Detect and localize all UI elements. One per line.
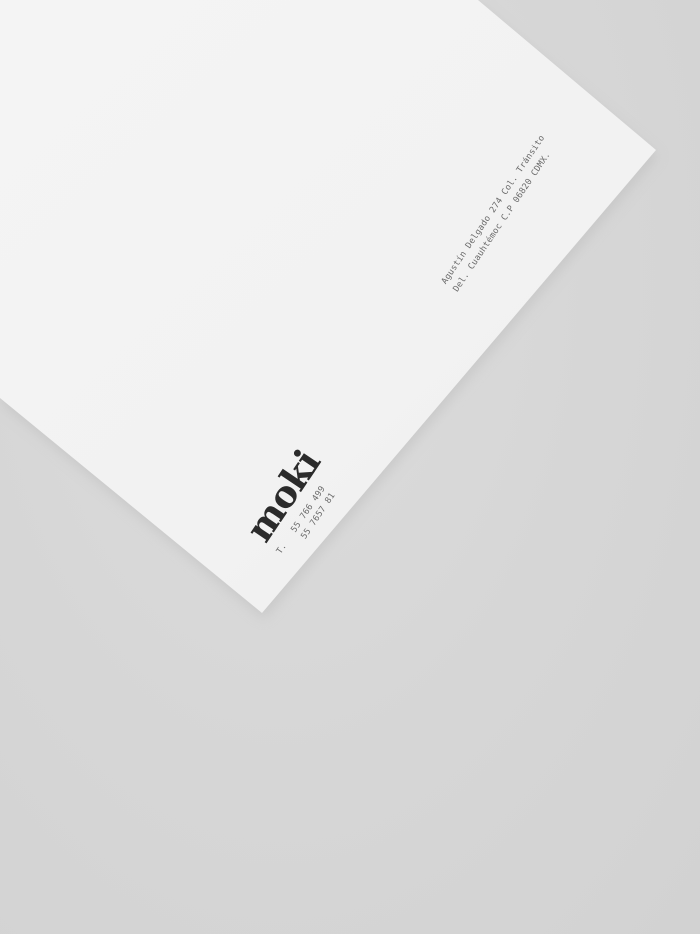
letterhead-paper: [0, 0, 656, 613]
